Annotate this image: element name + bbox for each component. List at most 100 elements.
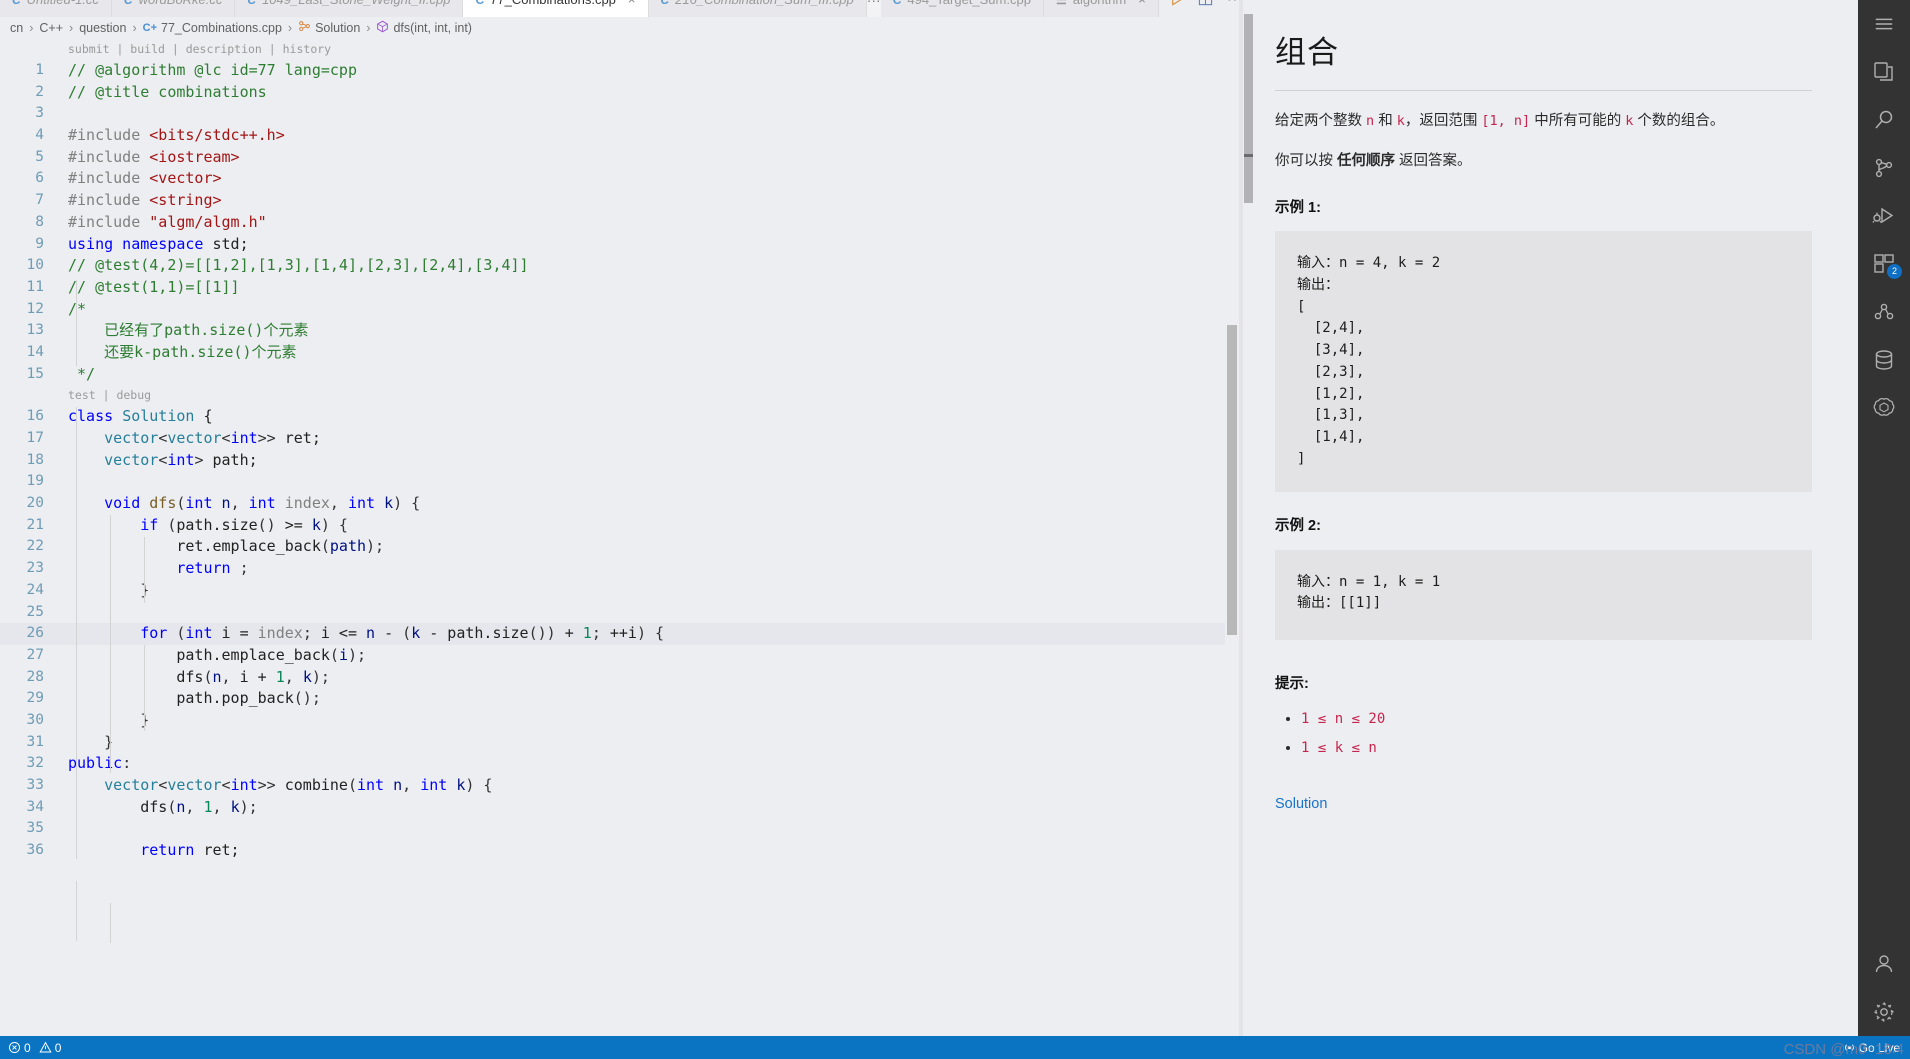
problem-panel-scrollbar-thumb-lower[interactable]: [1244, 157, 1253, 203]
tab-close-icon[interactable]: ×: [628, 0, 636, 7]
code-line[interactable]: 25: [0, 602, 1225, 624]
code-line[interactable]: 17 vector<vector<int>> ret;: [0, 428, 1225, 450]
code-line[interactable]: 21 if (path.size() >= k) {: [0, 515, 1225, 537]
editor-scrollbar[interactable]: [1225, 39, 1239, 1036]
code-line[interactable]: 36 return ret;: [0, 840, 1225, 862]
desc-text: 返回答案。: [1395, 152, 1472, 169]
code-token: <: [158, 450, 168, 469]
more-actions-button[interactable]: ···: [1227, 0, 1239, 9]
code-line[interactable]: 1 // @algorithm @lc id=77 lang=cpp: [0, 60, 1225, 82]
line-content: using namespace std;: [56, 234, 249, 256]
explorer-icon[interactable]: [1858, 48, 1910, 96]
code-line[interactable]: 12 /*: [0, 299, 1225, 321]
tab-216-combination-sum-iii[interactable]: C 216_Combination_Sum_III.cpp: [648, 0, 867, 17]
code-line[interactable]: 15 */: [0, 364, 1225, 386]
line-content: // @algorithm @lc id=77 lang=cpp: [56, 60, 357, 82]
code-line[interactable]: 34 dfs(n, 1, k);: [0, 797, 1225, 819]
breadcrumb-item-class[interactable]: Solution: [298, 20, 360, 36]
codelens-inline[interactable]: test | debug: [0, 385, 1225, 406]
code-n: n: [1366, 113, 1375, 130]
settings-gear-icon[interactable]: [1858, 988, 1910, 1036]
solution-link[interactable]: Solution: [1275, 796, 1327, 812]
tab-untitled-1[interactable]: C Untitled-1.cc: [0, 0, 112, 17]
source-control-icon[interactable]: [1858, 144, 1910, 192]
breadcrumb-item-question[interactable]: question: [79, 21, 126, 35]
code-line[interactable]: 19: [0, 471, 1225, 493]
code-line[interactable]: 27 path.emplace_back(i);: [0, 645, 1225, 667]
code-line[interactable]: 2 // @title combinations: [0, 82, 1225, 104]
code-line[interactable]: 14 还要k-path.size()个元素: [0, 342, 1225, 364]
breadcrumb-item-cpp[interactable]: C++: [39, 21, 63, 35]
hint-item: 1 ≤ k ≤ n: [1301, 736, 1812, 761]
vscode-window: C Untitled-1.cc C wordBoRke.cc C 1049_La…: [0, 0, 1910, 1059]
accounts-icon[interactable]: [1858, 940, 1910, 988]
code-line[interactable]: 11 // @test(1,1)=[[1]]: [0, 277, 1225, 299]
problem-panel-scrollbar[interactable]: [1243, 0, 1254, 1036]
code-line[interactable]: 31 }: [0, 732, 1225, 754]
code-token: <: [221, 429, 231, 447]
editor-tab-bar: C Untitled-1.cc C wordBoRke.cc C 1049_La…: [0, 0, 1239, 17]
code-line[interactable]: 22 ret.emplace_back(path);: [0, 536, 1225, 558]
tab-1049-last-stone-weight-ii[interactable]: C 1049_Last_Stone_Weight_II.cpp: [235, 0, 464, 17]
code-token: int: [230, 776, 258, 794]
tab-494-target-sum[interactable]: C 494_Target_Sum.cpp: [880, 0, 1044, 17]
code-token: 1: [275, 667, 285, 686]
tab-close-icon[interactable]: ×: [1138, 0, 1146, 7]
split-editor-button[interactable]: [1198, 0, 1213, 7]
tab-wordborke[interactable]: C wordBoRke.cc: [111, 0, 236, 17]
problem-panel-scrollbar-thumb[interactable]: [1244, 14, 1253, 154]
code-token: // @test(4,2)=[[1,2],[1,3],[1,4],[2,3],[…: [68, 256, 529, 275]
code-line[interactable]: 32 public:: [0, 753, 1225, 775]
code-line[interactable]: 16 class Solution {: [0, 406, 1225, 428]
code-line[interactable]: 23 return ;: [0, 558, 1225, 580]
line-content: 还要k-path.size()个元素: [56, 342, 296, 364]
code-line[interactable]: 9 using namespace std;: [0, 234, 1225, 256]
code-line[interactable]: 4 #include <bits/stdc++.h>: [0, 125, 1225, 147]
line-number: 20: [26, 495, 44, 512]
tabs-overflow-button[interactable]: ···: [866, 0, 881, 17]
code-line[interactable]: 5 #include <iostream>: [0, 147, 1225, 169]
code-line[interactable]: 18 vector<int> path;: [0, 450, 1225, 472]
code-line[interactable]: 6 #include <vector>: [0, 168, 1225, 190]
code-line[interactable]: 13 已经有了path.size()个元素: [0, 320, 1225, 342]
code-line[interactable]: 20 void dfs(int n, int index, int k) {: [0, 493, 1225, 515]
code-token: #include: [68, 169, 150, 188]
cpp-file-icon: C: [661, 0, 670, 7]
code-token: ()): [528, 624, 565, 643]
menu-icon[interactable]: [1858, 0, 1910, 48]
breadcrumb-item-cn[interactable]: cn: [10, 21, 23, 35]
code-line[interactable]: 35: [0, 818, 1225, 840]
code-line[interactable]: 33 vector<vector<int>> combine(int n, in…: [0, 775, 1225, 797]
code-line[interactable]: 3: [0, 103, 1225, 125]
tab-algorithm[interactable]: ☰ algorithm ×: [1043, 0, 1159, 17]
run-debug-icon[interactable]: [1858, 192, 1910, 240]
example-1-heading: 示例 1:: [1275, 200, 1321, 216]
problem-description-panel: 组合 给定两个整数 n 和 k，返回范围 [1, n] 中所有可能的 k 个数的…: [1243, 0, 1858, 1036]
code-token: (: [402, 624, 412, 643]
code-token: k: [302, 667, 312, 686]
editor-scrollbar-thumb[interactable]: [1227, 325, 1237, 635]
code-line[interactable]: 10 // @test(4,2)=[[1,2],[1,3],[1,4],[2,3]…: [0, 255, 1225, 277]
database-icon[interactable]: [1858, 336, 1910, 384]
code-editor[interactable]: submit | build | description | history 1…: [0, 39, 1225, 1036]
code-line[interactable]: 28 dfs(n, i + 1, k);: [0, 667, 1225, 689]
openai-icon[interactable]: [1858, 384, 1910, 432]
code-line[interactable]: 26 for (int i = index; i <= n - (k - pat…: [0, 623, 1225, 645]
breadcrumb-item-file[interactable]: C+ 77_Combinations.cpp: [143, 21, 282, 35]
code-line[interactable]: 29 path.pop_back();: [0, 688, 1225, 710]
extensions-icon[interactable]: 2: [1858, 240, 1910, 288]
testing-icon[interactable]: [1858, 288, 1910, 336]
problems-status-item[interactable]: 0 0: [8, 1041, 61, 1055]
search-icon[interactable]: [1858, 96, 1910, 144]
tab-77-combinations[interactable]: C 77_Combinations.cpp ×: [463, 0, 649, 17]
code-line[interactable]: 24 }: [0, 580, 1225, 602]
codelens-header[interactable]: submit | build | description | history: [0, 39, 1225, 60]
code-line[interactable]: 7 #include <string>: [0, 190, 1225, 212]
run-code-button[interactable]: [1169, 0, 1184, 7]
code-line[interactable]: 8 #include "algm/algm.h": [0, 212, 1225, 234]
breadcrumb-item-method[interactable]: dfs(int, int, int): [376, 20, 472, 36]
code-line[interactable]: 30 }: [0, 710, 1225, 732]
code-token: Solution: [122, 407, 195, 426]
line-number: 24: [26, 581, 44, 598]
go-live-button[interactable]: Go Live: [1843, 1041, 1900, 1055]
